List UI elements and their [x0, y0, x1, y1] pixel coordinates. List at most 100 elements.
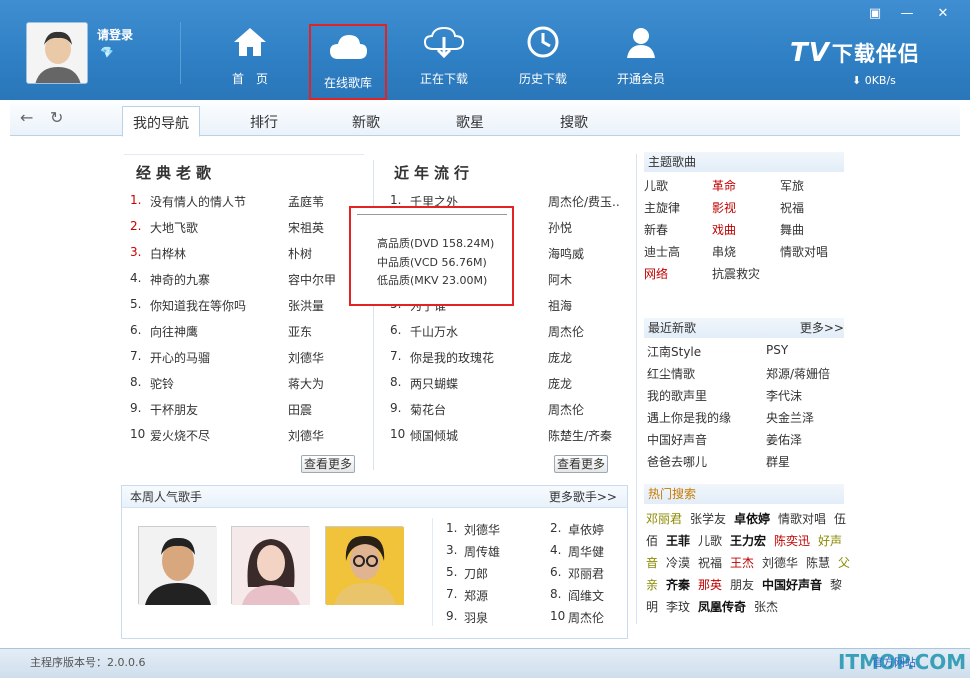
song-row[interactable]: 4. 神奇的九寨 容中尔甲: [130, 271, 370, 293]
song-artist[interactable]: 祖海: [548, 297, 572, 314]
singer-name[interactable]: 羽泉: [464, 609, 488, 626]
song-row[interactable]: 5. 你知道我在等你吗 张洪量: [130, 297, 370, 319]
tab-chart[interactable]: 排行: [240, 106, 288, 137]
song-title[interactable]: 两只蝴蝶: [410, 375, 458, 392]
new-song-title[interactable]: 爸爸去哪儿: [647, 453, 707, 470]
hot-search-item[interactable]: 冷漠: [666, 554, 690, 571]
song-artist[interactable]: 刘德华: [288, 349, 324, 366]
theme-item[interactable]: 军旅: [780, 177, 804, 194]
tab-my-nav[interactable]: 我的导航: [122, 106, 200, 137]
new-song-artist[interactable]: 郑源/蒋姗倍: [766, 365, 830, 382]
song-artist[interactable]: 孙悦: [548, 219, 572, 236]
nav-online-library[interactable]: 在线歌库: [309, 24, 387, 100]
hot-search-item[interactable]: 情歌对唱: [778, 510, 826, 527]
nav-downloading[interactable]: 正在下载: [406, 22, 482, 96]
song-row[interactable]: 9. 干杯朋友 田震: [130, 401, 370, 423]
new-song-artist[interactable]: 李代沫: [766, 387, 802, 404]
new-song-title[interactable]: 中国好声音: [647, 431, 707, 448]
recent-more-button[interactable]: 查看更多: [554, 455, 608, 473]
refresh-icon[interactable]: ↻: [50, 108, 63, 127]
theme-item[interactable]: 新春: [644, 221, 668, 238]
song-row[interactable]: 6. 千山万水 周杰伦: [390, 323, 630, 345]
close-icon[interactable]: ✕: [932, 6, 954, 22]
singer-photo[interactable]: [231, 526, 310, 605]
theme-item[interactable]: 迪士高: [644, 243, 680, 260]
song-row[interactable]: 7. 开心的马骝 刘德华: [130, 349, 370, 371]
hot-search-item[interactable]: 卓依婷: [734, 510, 770, 527]
song-artist[interactable]: 海鸣威: [548, 245, 584, 262]
hot-search-item[interactable]: 凤凰传奇: [698, 598, 746, 615]
singer-name[interactable]: 郑源: [464, 587, 488, 604]
theme-item[interactable]: 抗震救灾: [712, 265, 760, 282]
song-title[interactable]: 菊花台: [410, 401, 446, 418]
song-row[interactable]: 7. 你是我的玫瑰花 庞龙: [390, 349, 630, 371]
singer-photo[interactable]: [138, 526, 217, 605]
singer-name[interactable]: 刀郎: [464, 565, 488, 582]
song-artist[interactable]: 朴树: [288, 245, 312, 262]
song-title[interactable]: 开心的马骝: [150, 349, 210, 366]
hot-search-item[interactable]: 张学友: [690, 510, 726, 527]
hot-search-item[interactable]: 刘德华: [762, 554, 798, 571]
song-row[interactable]: 8. 驼铃 蒋大为: [130, 375, 370, 397]
singer-name[interactable]: 周传雄: [464, 543, 500, 560]
hot-search-item[interactable]: 好声: [818, 532, 842, 549]
menu-icon[interactable]: ▣: [864, 6, 886, 22]
song-artist[interactable]: 宋祖英: [288, 219, 324, 236]
song-title[interactable]: 白桦林: [150, 245, 186, 262]
singer-name[interactable]: 卓依婷: [568, 521, 604, 538]
classic-more-button[interactable]: 查看更多: [301, 455, 355, 473]
song-artist[interactable]: 阿木: [548, 271, 572, 288]
song-row[interactable]: 8. 两只蝴蝶 庞龙: [390, 375, 630, 397]
hot-search-item[interactable]: 王力宏: [730, 532, 766, 549]
song-title[interactable]: 你是我的玫瑰花: [410, 349, 494, 366]
song-title[interactable]: 没有情人的情人节: [150, 193, 246, 210]
song-title[interactable]: 爱火烧不尽: [150, 427, 210, 444]
minimize-icon[interactable]: —: [896, 6, 918, 22]
hot-search-item[interactable]: 朋友: [730, 576, 754, 593]
hot-search-item[interactable]: 王杰: [730, 554, 754, 571]
hot-search-item[interactable]: 陈奕迅: [774, 532, 810, 549]
song-artist[interactable]: 孟庭苇: [288, 193, 324, 210]
tab-new-songs[interactable]: 新歌: [342, 106, 390, 137]
song-artist[interactable]: 庞龙: [548, 375, 572, 392]
song-title[interactable]: 驼铃: [150, 375, 174, 392]
tab-singers[interactable]: 歌星: [446, 106, 494, 137]
quality-medium[interactable]: 中品质(VCD 56.76M): [377, 254, 487, 270]
quality-low[interactable]: 低品质(MKV 23.00M): [377, 272, 487, 288]
theme-item[interactable]: 主旋律: [644, 199, 680, 216]
song-title[interactable]: 神奇的九寨: [150, 271, 210, 288]
song-artist[interactable]: 蒋大为: [288, 375, 324, 392]
hot-search-item[interactable]: 佰: [646, 532, 658, 549]
song-title[interactable]: 千山万水: [410, 323, 458, 340]
song-title[interactable]: 向往神鹰: [150, 323, 198, 340]
new-song-title[interactable]: 红尘情歌: [647, 365, 695, 382]
hot-search-item[interactable]: 那英: [698, 576, 722, 593]
hot-search-item[interactable]: 音: [646, 554, 658, 571]
singer-name[interactable]: 邓丽君: [568, 565, 604, 582]
back-icon[interactable]: ←: [20, 108, 33, 127]
hot-search-item[interactable]: 祝福: [698, 554, 722, 571]
tab-search[interactable]: 搜歌: [550, 106, 598, 137]
hot-search-item[interactable]: 亲: [646, 576, 658, 593]
song-artist[interactable]: 陈楚生/齐秦: [548, 427, 612, 444]
more-singers-link[interactable]: 更多歌手>>: [549, 486, 617, 508]
hot-search-item[interactable]: 齐秦: [666, 576, 690, 593]
new-song-artist[interactable]: 姜佑泽: [766, 431, 802, 448]
hot-search-item[interactable]: 黎: [830, 576, 842, 593]
singer-photo[interactable]: [325, 526, 404, 605]
new-songs-more-link[interactable]: 更多>>: [800, 318, 844, 338]
new-song-title[interactable]: 遇上你是我的缘: [647, 409, 731, 426]
hot-search-item[interactable]: 邓丽君: [646, 510, 682, 527]
song-title[interactable]: 干杯朋友: [150, 401, 198, 418]
nav-history[interactable]: 历史下载: [505, 22, 581, 96]
song-row[interactable]: 10 爱火烧不尽 刘德华: [130, 427, 370, 449]
theme-item[interactable]: 影视: [712, 199, 736, 216]
song-row[interactable]: 3. 白桦林 朴树: [130, 245, 370, 267]
song-row[interactable]: 2. 大地飞歌 宋祖英: [130, 219, 370, 241]
hot-search-item[interactable]: 张杰: [754, 598, 778, 615]
song-title[interactable]: 倾国倾城: [410, 427, 458, 444]
song-row[interactable]: 9. 菊花台 周杰伦: [390, 401, 630, 423]
hot-search-item[interactable]: 伍: [834, 510, 846, 527]
singer-name[interactable]: 周华健: [568, 543, 604, 560]
hot-search-item[interactable]: 王菲: [666, 532, 690, 549]
